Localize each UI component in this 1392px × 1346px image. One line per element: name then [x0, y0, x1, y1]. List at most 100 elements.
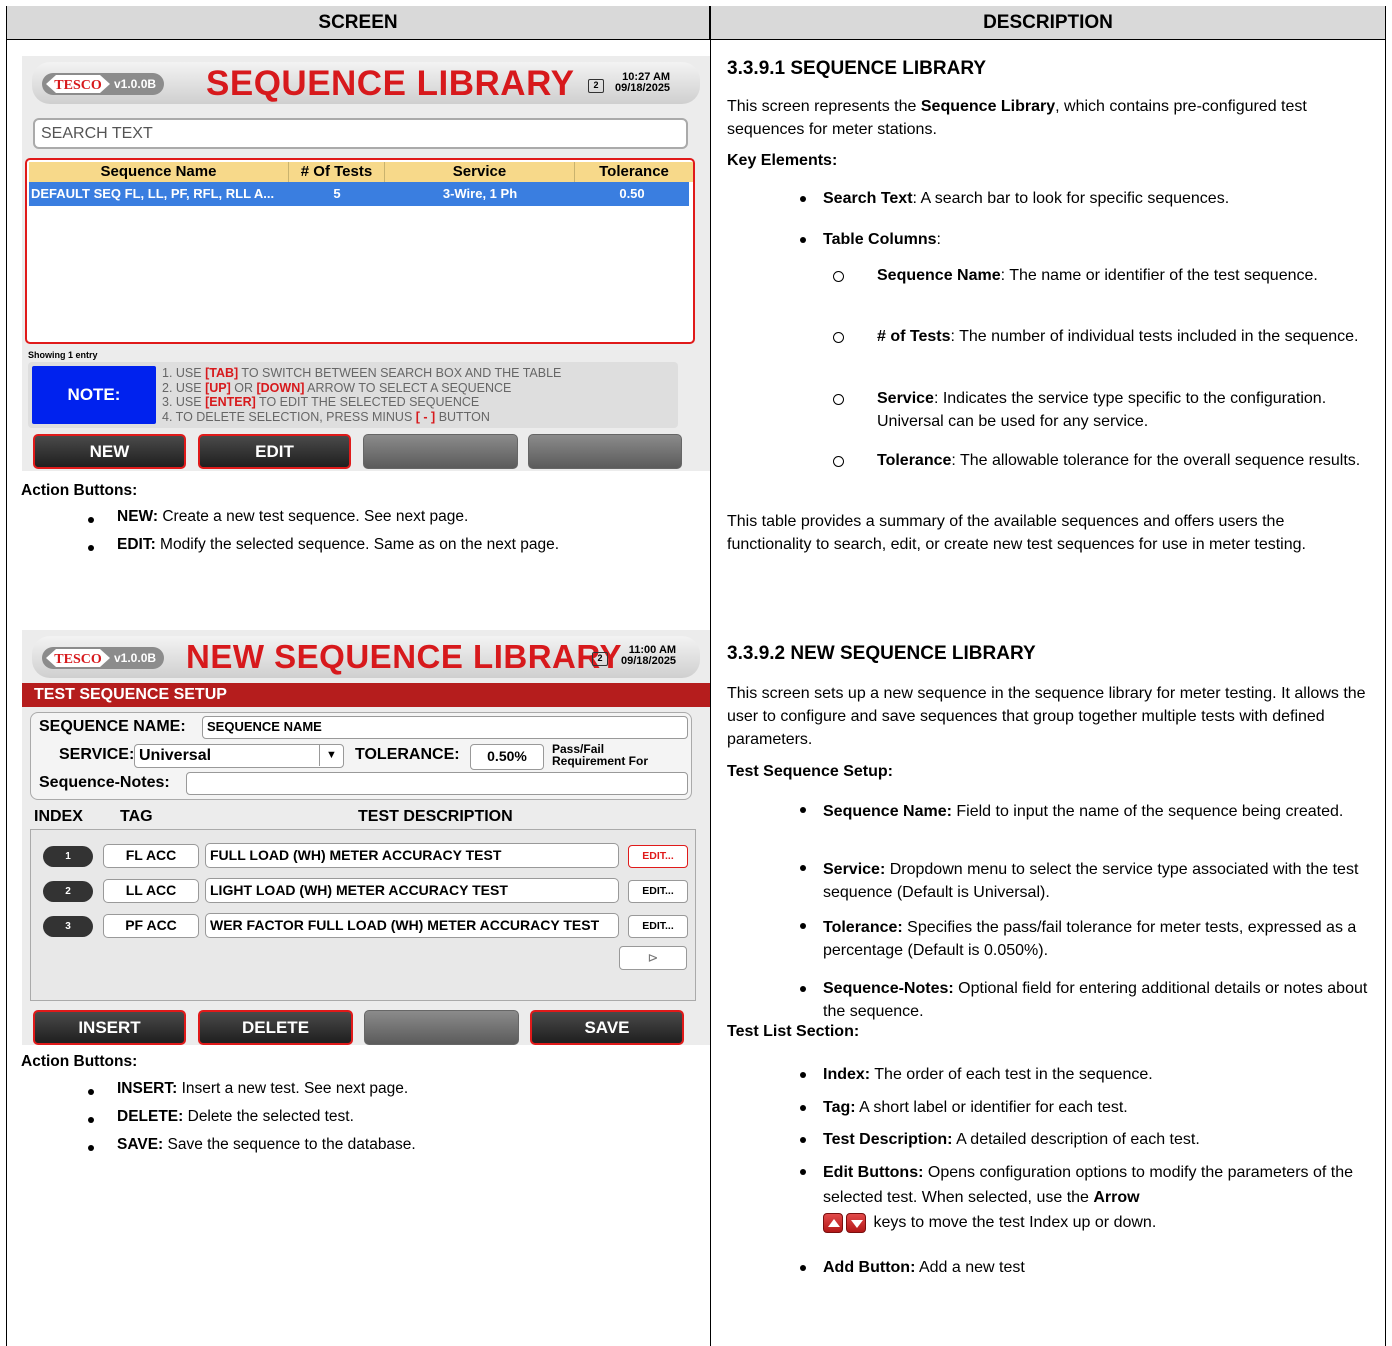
- edit-test-button[interactable]: EDIT...: [628, 880, 688, 903]
- test-description-field[interactable]: LIGHT LOAD (WH) METER ACCURACY TEST: [205, 878, 619, 903]
- clock: 10:27 AM 09/18/2025: [615, 72, 670, 94]
- sequence-notes-label: Sequence-Notes:: [39, 774, 170, 791]
- column-item: Tolerance: The allowable tolerance for t…: [877, 452, 1361, 469]
- test-description-field[interactable]: WER FACTOR FULL LOAD (WH) METER ACCURACY…: [205, 913, 619, 938]
- sub-bullet: [833, 394, 844, 405]
- key-item-search: Search Text: A search bar to look for sp…: [823, 190, 1230, 207]
- search-input[interactable]: SEARCH TEXT: [33, 118, 688, 149]
- bullet: [88, 1089, 94, 1095]
- col-index: INDEX: [34, 808, 83, 825]
- col-test-description: TEST DESCRIPTION: [358, 808, 513, 825]
- tag-field[interactable]: LL ACC: [103, 879, 199, 903]
- action-buttons-heading: Action Buttons:: [21, 482, 138, 499]
- col-sequence-name[interactable]: Sequence Name: [29, 162, 289, 182]
- edit-button[interactable]: EDIT: [198, 434, 351, 469]
- caption-item-edit: EDIT: Modify the selected sequence. Same…: [117, 536, 560, 553]
- table-row[interactable]: DEFAULT SEQ FL, LL, PF, RFL, RLL A... 5 …: [29, 182, 689, 206]
- summary-paragraph: This table provides a summary of the ava…: [727, 513, 1306, 553]
- bullet: [88, 1117, 94, 1123]
- note-line: 1. USE [TAB] TO SWITCH BETWEEN SEARCH BO…: [162, 366, 562, 380]
- new-button[interactable]: NEW: [33, 434, 186, 469]
- blank-button-3[interactable]: [363, 434, 518, 469]
- sequence-name-input[interactable]: SEQUENCE NAME: [202, 716, 688, 739]
- page-title: SEQUENCE LIBRARY: [206, 64, 575, 103]
- version-label: v1.0.0B: [114, 651, 157, 665]
- blank-button-4[interactable]: [528, 434, 682, 469]
- list-item: Index: The order of each test in the seq…: [823, 1066, 1153, 1083]
- caption-item-new: NEW: Create a new test sequence. See nex…: [117, 508, 469, 525]
- blank-button-3[interactable]: [364, 1010, 519, 1045]
- edit-test-button[interactable]: EDIT...: [628, 845, 688, 868]
- service-label: SERVICE:: [59, 746, 135, 763]
- bullet: [800, 923, 806, 929]
- note-line: 3. USE [ENTER] TO EDIT THE SELECTED SEQU…: [162, 395, 480, 409]
- section-heading-sequence-library: 3.3.9.1 SEQUENCE LIBRARY: [727, 58, 987, 79]
- pass-fail-note: Pass/Fail Requirement For: [552, 742, 649, 768]
- column-item: Sequence Name: The name or identifier of…: [877, 267, 1318, 284]
- tag-field[interactable]: FL ACC: [103, 844, 199, 868]
- bullet: [88, 545, 94, 551]
- note-line: 4. TO DELETE SELECTION, PRESS MINUS [ - …: [162, 409, 490, 424]
- sequence-table[interactable]: Sequence Name # Of Tests Service Toleran…: [25, 158, 695, 344]
- action-buttons-heading: Action Buttons:: [21, 1053, 138, 1070]
- col-tolerance[interactable]: Tolerance: [575, 162, 693, 182]
- cell-service: 3-Wire, 1 Ph: [442, 186, 518, 201]
- tesco-logo: TESCO v1.0.0B: [42, 647, 165, 669]
- test-description-field[interactable]: FULL LOAD (WH) METER ACCURACY TEST: [205, 843, 619, 868]
- screen-icon: 2: [592, 652, 608, 666]
- bullet: [88, 517, 94, 523]
- tesco-logo-icon: TESCO: [46, 75, 110, 93]
- arrow-up-icon: [823, 1212, 843, 1233]
- sub-bullet: [833, 271, 844, 282]
- bullet: [800, 807, 806, 813]
- insert-button[interactable]: INSERT: [33, 1010, 186, 1045]
- svg-text:TESCO: TESCO: [54, 78, 102, 93]
- list-item-edit: Edit Buttons: Opens configuration option…: [823, 1164, 1353, 1233]
- save-button[interactable]: SAVE: [530, 1010, 684, 1045]
- bullet: [800, 1265, 806, 1271]
- note-label: NOTE:: [32, 366, 156, 424]
- tesco-logo: TESCO v1.0.0B: [42, 73, 165, 95]
- note-panel: NOTE: 1. USE [TAB] TO SWITCH BETWEEN SEA…: [28, 362, 678, 428]
- caption-item-save: SAVE: Save the sequence to the database.: [117, 1136, 416, 1153]
- entry-count: Showing 1 entry: [28, 350, 98, 360]
- edit-test-button[interactable]: EDIT...: [628, 915, 688, 938]
- col-tag: TAG: [120, 808, 153, 825]
- setup-item: Service: Dropdown menu to select the ser…: [823, 861, 1359, 901]
- bullet: [800, 986, 806, 992]
- section-title: TEST SEQUENCE SETUP: [22, 683, 710, 707]
- tolerance-input[interactable]: 0.50%: [470, 744, 544, 770]
- sub-bullet: [833, 456, 844, 467]
- index-badge: 3: [43, 916, 93, 937]
- play-icon: ⊳: [647, 950, 659, 965]
- bullet: [88, 1145, 94, 1151]
- header-description: DESCRIPTION: [711, 6, 1385, 40]
- key-item-columns: Table Columns:: [823, 231, 941, 248]
- bullet: [800, 1072, 806, 1078]
- svg-text:TESCO: TESCO: [54, 652, 102, 667]
- index-badge: 2: [43, 881, 93, 902]
- caption-item-delete: DELETE: Delete the selected test.: [117, 1108, 354, 1125]
- add-test-button[interactable]: ⊳: [619, 946, 687, 970]
- clock-date: 09/18/2025: [615, 82, 671, 94]
- page-title: NEW SEQUENCE LIBRARY: [186, 638, 622, 675]
- service-value: Universal: [139, 747, 212, 764]
- arrow-down-icon: [846, 1212, 866, 1233]
- delete-button[interactable]: DELETE: [198, 1010, 353, 1045]
- cell-num-tests: 5: [333, 186, 341, 201]
- tesco-logo-icon: TESCO: [46, 649, 110, 667]
- setup-heading: Test Sequence Setup:: [727, 763, 893, 780]
- tag-field[interactable]: PF ACC: [103, 914, 199, 938]
- clock-date: 09/18/2025: [621, 655, 677, 667]
- sequence-notes-input[interactable]: [186, 772, 688, 795]
- intro-paragraph: This screen sets up a new sequence in th…: [727, 685, 1366, 748]
- col-service[interactable]: Service: [385, 162, 575, 182]
- column-divider: [710, 6, 711, 1346]
- service-select[interactable]: Universal ▼: [134, 744, 344, 768]
- test-list-heading: Test List Section:: [727, 1023, 860, 1040]
- cell-tolerance: 0.50: [619, 186, 645, 201]
- index-badge: 1: [43, 846, 93, 867]
- col-num-tests[interactable]: # Of Tests: [289, 162, 385, 182]
- setup-item: Sequence-Notes: Optional field for enter…: [823, 980, 1368, 1020]
- intro-paragraph: This screen represents the Sequence Libr…: [727, 98, 1307, 138]
